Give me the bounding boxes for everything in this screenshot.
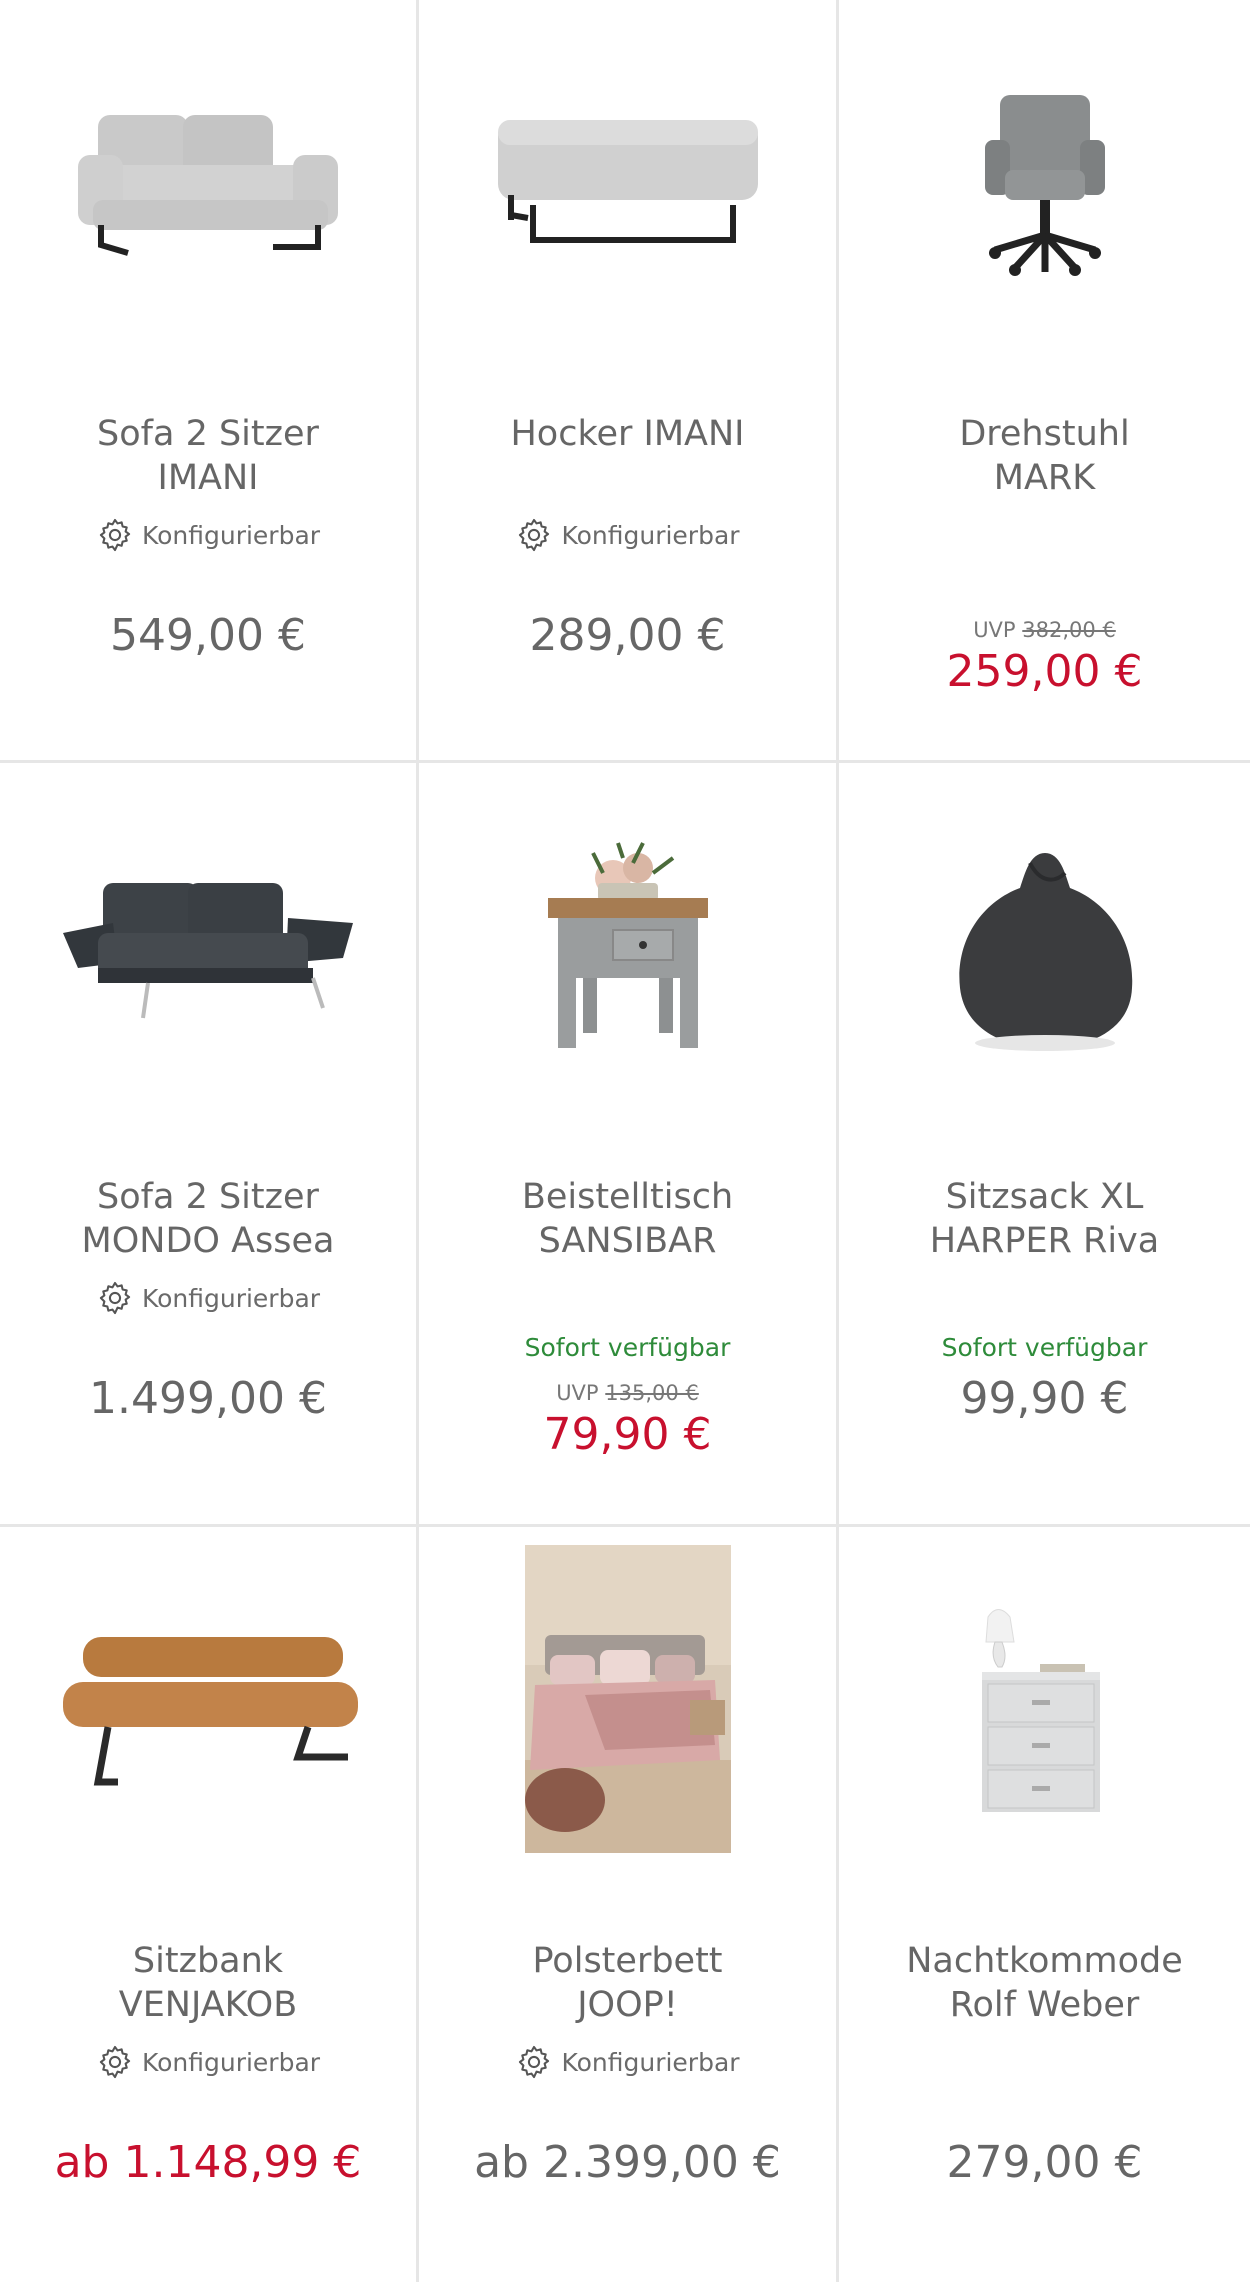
product-price: ab 1.148,99 €	[54, 2137, 362, 2188]
gear-icon	[515, 2043, 553, 2081]
gear-icon	[515, 516, 553, 554]
product-name-line: Sitzbank	[132, 1941, 284, 1981]
uvp-label: UVP	[973, 618, 1016, 642]
product-grid: Sofa 2 Sitzer IMANI Konfigurierbar 549,0…	[0, 0, 1250, 2282]
beanbag-image	[958, 853, 1132, 1051]
product-card-sitzbank-venjakob[interactable]: Sitzbank VENJAKOB Konfigurierbar ab 1.14…	[0, 1527, 419, 2282]
product-name[interactable]: Sitzbank VENJAKOB	[10, 1939, 406, 2027]
ottoman-image	[497, 120, 758, 243]
configurable-badge: Konfigurierbar	[419, 2043, 836, 2081]
product-image[interactable]	[0, 0, 416, 370]
product-name-line: SANSIBAR	[538, 1221, 717, 1261]
gear-icon	[96, 2043, 134, 2081]
product-name-line: Hocker IMANI	[510, 414, 745, 454]
product-card-hocker-imani[interactable]: Hocker IMANI Konfigurierbar 289,00 €	[419, 0, 839, 763]
configurable-label: Konfigurierbar	[561, 2047, 740, 2077]
product-price: ab 2.399,00 €	[474, 2137, 781, 2188]
configurable-label: Konfigurierbar	[141, 2047, 321, 2077]
product-image[interactable]	[839, 1527, 1250, 1897]
product-name-line: Beistelltisch	[521, 1177, 734, 1217]
bed-photo-image	[524, 1545, 731, 1853]
product-name-line: Polsterbett	[532, 1941, 723, 1981]
product-name-line: Drehstuhl	[959, 414, 1130, 454]
product-card-polsterbett-joop[interactable]: Polsterbett JOOP! Konfigurierbar ab 2.39…	[419, 1527, 839, 2282]
product-name-line: Sitzsack XL	[945, 1177, 1144, 1217]
product-name-line: Nachtkommode	[906, 1941, 1183, 1981]
sofa-image	[78, 115, 338, 256]
office-chair-image	[984, 95, 1105, 276]
product-image[interactable]	[839, 0, 1250, 370]
product-name[interactable]: Hocker IMANI	[429, 412, 826, 456]
product-name[interactable]: Nachtkommode Rolf Weber	[849, 1939, 1240, 2027]
product-name[interactable]: Sitzsack XL HARPER Riva	[849, 1175, 1240, 1263]
product-name[interactable]: Sofa 2 Sitzer IMANI	[10, 412, 406, 500]
product-image[interactable]	[419, 763, 836, 1133]
uvp-strikethrough-price: 382,00 €	[1022, 618, 1116, 642]
configurable-badge: Konfigurierbar	[419, 516, 836, 554]
product-price: 549,00 €	[110, 610, 306, 661]
product-card-sofa-mondo-assea[interactable]: Sofa 2 Sitzer MONDO Assea Konfigurierbar…	[0, 763, 419, 1527]
product-card-drehstuhl-mark[interactable]: Drehstuhl MARK UVP 382,00 € 259,00 €	[839, 0, 1250, 763]
uvp-strikethrough-price: 135,00 €	[605, 1381, 699, 1405]
product-price: 1.499,00 €	[89, 1373, 327, 1424]
product-name[interactable]: Sofa 2 Sitzer MONDO Assea	[10, 1175, 406, 1263]
sofa-image	[63, 883, 353, 1019]
product-card-nachtkommode-rolf-weber[interactable]: Nachtkommode Rolf Weber 279,00 €	[839, 1527, 1250, 2282]
product-name-line: MARK	[993, 458, 1096, 498]
configurable-label: Konfigurierbar	[561, 520, 740, 550]
sale-price: 259,00 €	[946, 646, 1143, 697]
side-table-image	[547, 842, 708, 1048]
configurable-label: Konfigurierbar	[141, 1283, 321, 1313]
product-card-sofa-imani[interactable]: Sofa 2 Sitzer IMANI Konfigurierbar 549,0…	[0, 0, 419, 763]
sale-price: 79,90 €	[543, 1409, 712, 1460]
product-name[interactable]: Drehstuhl MARK	[849, 412, 1240, 500]
nightstand-image	[981, 1609, 1100, 1812]
product-image[interactable]	[0, 1527, 416, 1897]
availability-label: Sofort verfügbar	[524, 1333, 731, 1362]
configurable-badge: Konfigurierbar	[0, 516, 416, 554]
product-name-line: MONDO Assea	[81, 1221, 335, 1261]
product-card-sitzsack-harper-riva[interactable]: Sitzsack XL HARPER Riva Sofort verfügbar…	[839, 763, 1250, 1527]
product-image[interactable]	[419, 1545, 836, 1855]
configurable-badge: Konfigurierbar	[0, 2043, 416, 2081]
product-price: 279,00 €	[946, 2137, 1143, 2188]
product-name-line: Sofa 2 Sitzer	[97, 1177, 319, 1217]
product-image[interactable]	[0, 763, 416, 1133]
product-name-line: VENJAKOB	[118, 1985, 298, 2025]
product-name-line: HARPER Riva	[929, 1221, 1160, 1261]
configurable-badge: Konfigurierbar	[0, 1279, 416, 1317]
uvp-price: UVP 135,00 €	[419, 1381, 836, 1405]
product-image[interactable]	[839, 763, 1250, 1133]
product-name-line: IMANI	[157, 458, 259, 498]
product-name[interactable]: Beistelltisch SANSIBAR	[429, 1175, 826, 1263]
uvp-label: UVP	[556, 1381, 599, 1405]
product-image[interactable]	[419, 0, 836, 370]
product-name-line: JOOP!	[577, 1985, 678, 2025]
configurable-label: Konfigurierbar	[141, 520, 321, 550]
product-name[interactable]: Polsterbett JOOP!	[429, 1939, 826, 2027]
product-price: 99,90 €	[960, 1373, 1129, 1424]
bench-image	[63, 1637, 358, 1786]
product-name-line: Rolf Weber	[949, 1985, 1140, 2025]
availability-label: Sofort verfügbar	[941, 1333, 1148, 1362]
uvp-price: UVP 382,00 €	[839, 618, 1250, 642]
product-name-line: Sofa 2 Sitzer	[97, 414, 319, 454]
product-price: 289,00 €	[529, 610, 726, 661]
product-card-beistelltisch-sansibar[interactable]: Beistelltisch SANSIBAR Sofort verfügbar …	[419, 763, 839, 1527]
gear-icon	[96, 516, 134, 554]
gear-icon	[96, 1279, 134, 1317]
